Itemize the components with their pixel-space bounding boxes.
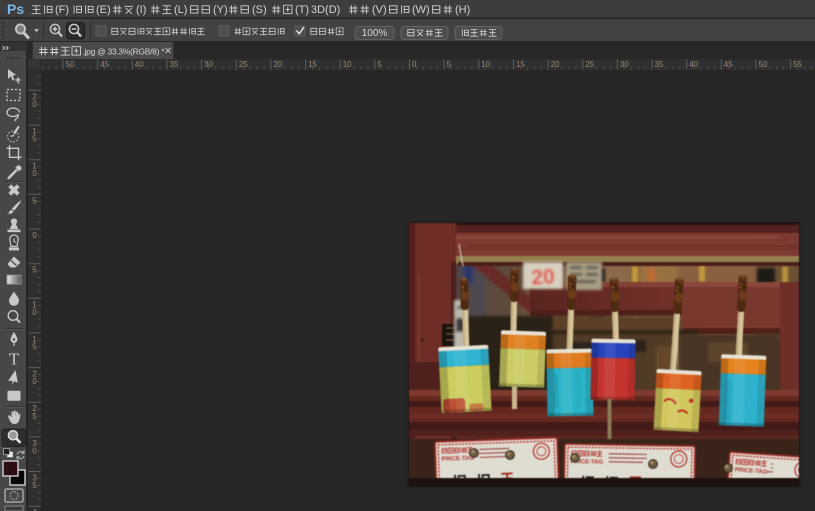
svg-text:5: 5 bbox=[32, 412, 37, 421]
svg-text:5: 5 bbox=[447, 60, 452, 69]
svg-text:.jpg @ 33.3%(RGB/8) *: .jpg @ 33.3%(RGB/8) * bbox=[83, 47, 166, 57]
svg-text:T: T bbox=[9, 350, 20, 369]
svg-text:0: 0 bbox=[32, 308, 37, 317]
svg-text:55: 55 bbox=[793, 60, 802, 69]
svg-text:45: 45 bbox=[724, 60, 733, 69]
svg-text:20: 20 bbox=[551, 60, 560, 69]
svg-text:(I): (I) bbox=[136, 4, 146, 16]
svg-text:(F): (F) bbox=[55, 4, 69, 16]
svg-text:45: 45 bbox=[100, 60, 109, 69]
svg-text:30: 30 bbox=[620, 60, 629, 69]
svg-text:PRICE-TAG: PRICE-TAG bbox=[442, 456, 475, 463]
svg-text:(S): (S) bbox=[252, 4, 267, 16]
svg-text:10: 10 bbox=[481, 60, 490, 69]
svg-text:0: 0 bbox=[32, 231, 37, 240]
svg-text:30: 30 bbox=[204, 60, 213, 69]
svg-text:5: 5 bbox=[32, 342, 37, 351]
svg-text:15: 15 bbox=[516, 60, 525, 69]
svg-text:5: 5 bbox=[32, 196, 37, 205]
svg-text:0: 0 bbox=[32, 446, 37, 455]
svg-text:15: 15 bbox=[308, 60, 317, 69]
svg-text:(E): (E) bbox=[96, 4, 111, 16]
svg-text:(W): (W) bbox=[412, 4, 430, 16]
svg-text:(Y): (Y) bbox=[213, 4, 228, 16]
svg-text:5: 5 bbox=[377, 60, 382, 69]
svg-text:5: 5 bbox=[32, 135, 37, 144]
svg-text:(T): (T) bbox=[295, 4, 309, 16]
svg-text:3D(D): 3D(D) bbox=[311, 4, 340, 16]
svg-text:10: 10 bbox=[343, 60, 352, 69]
svg-text:20: 20 bbox=[531, 265, 556, 290]
svg-text:(V): (V) bbox=[372, 4, 387, 16]
svg-text:0: 0 bbox=[32, 169, 37, 178]
svg-text:(L): (L) bbox=[174, 4, 187, 16]
svg-text:(H): (H) bbox=[455, 4, 470, 16]
svg-text:40: 40 bbox=[689, 60, 698, 69]
svg-text:50: 50 bbox=[66, 60, 75, 69]
svg-text:5: 5 bbox=[32, 481, 37, 490]
svg-text:0: 0 bbox=[32, 377, 37, 386]
svg-text:20: 20 bbox=[273, 60, 282, 69]
svg-text:40: 40 bbox=[135, 60, 144, 69]
svg-text:0: 0 bbox=[412, 60, 417, 69]
svg-text:0: 0 bbox=[32, 100, 37, 109]
svg-text:35: 35 bbox=[655, 60, 664, 69]
svg-text:5: 5 bbox=[32, 266, 37, 275]
svg-text:100%: 100% bbox=[362, 28, 388, 39]
svg-text:25: 25 bbox=[585, 60, 594, 69]
svg-text:50: 50 bbox=[759, 60, 768, 69]
svg-text:25: 25 bbox=[239, 60, 248, 69]
svg-text:35: 35 bbox=[170, 60, 179, 69]
